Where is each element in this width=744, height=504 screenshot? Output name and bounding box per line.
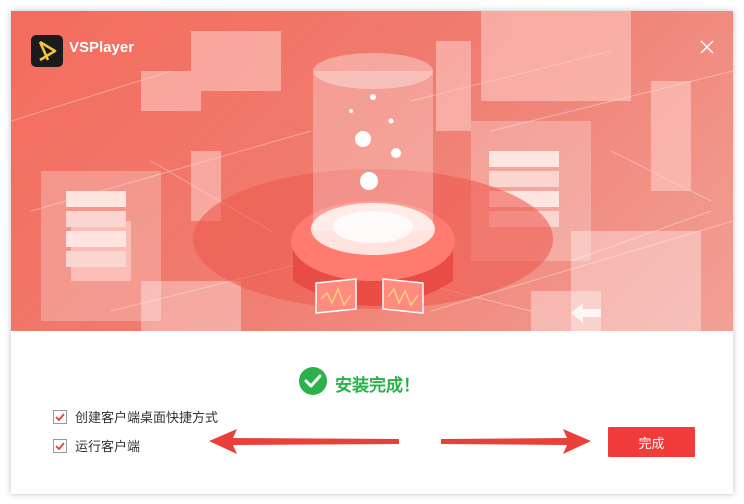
status-text: 安装完成！ xyxy=(335,375,420,396)
run-client-option[interactable]: 运行客户端 xyxy=(53,436,140,455)
installer-window: VSPlayer 安装完成！ 创建客户端桌面快捷方式 运行客户端 完成 xyxy=(11,11,733,494)
create-shortcut-checkbox[interactable] xyxy=(53,409,67,424)
finish-button[interactable]: 完成 xyxy=(608,427,695,457)
left-arrow-icon xyxy=(209,429,399,454)
run-client-checkbox[interactable] xyxy=(53,438,67,453)
check-circle-icon xyxy=(299,367,327,399)
create-shortcut-option[interactable]: 创建客户端桌面快捷方式 xyxy=(53,407,218,426)
create-shortcut-label: 创建客户端桌面快捷方式 xyxy=(75,411,219,426)
app-title: VSPlayer xyxy=(69,39,135,56)
banner-illustration: VSPlayer xyxy=(11,11,733,331)
play-logo-icon xyxy=(31,35,63,67)
install-status: 安装完成！ xyxy=(299,367,420,399)
close-icon[interactable] xyxy=(699,39,715,55)
run-client-label: 运行客户端 xyxy=(75,440,141,455)
right-arrow-icon xyxy=(441,429,591,454)
